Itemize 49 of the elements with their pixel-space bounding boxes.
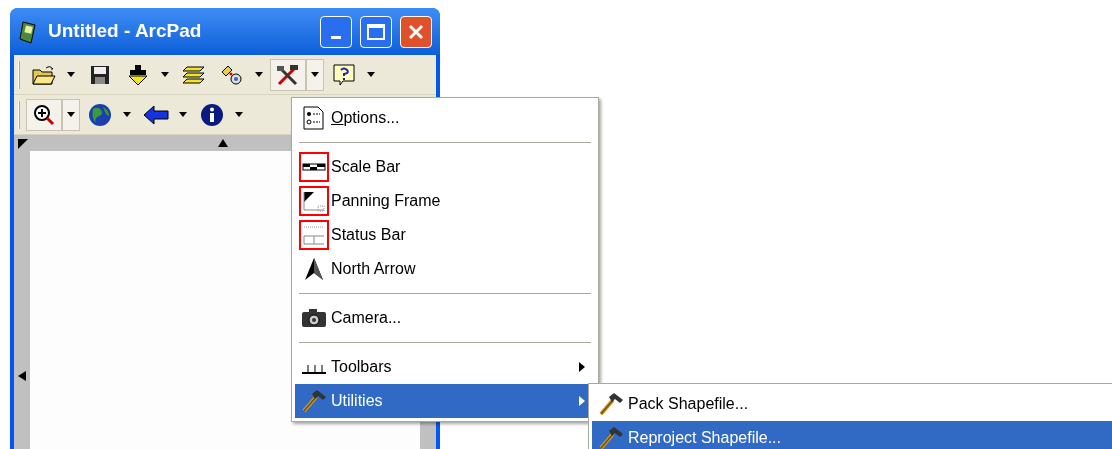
folder-icon[interactable] (32, 64, 56, 85)
layers-icon[interactable] (182, 64, 206, 85)
options-list-icon (303, 106, 325, 130)
info-icon[interactable] (200, 102, 224, 127)
maximize-button[interactable] (360, 15, 392, 48)
menu-item[interactable]: Reproject Shapefile... (592, 421, 1112, 449)
corner-marker-icon (18, 139, 28, 149)
globe-icon[interactable] (88, 102, 112, 127)
hammer-icon (598, 426, 624, 449)
submenu-arrow-icon (579, 396, 585, 406)
dropdown-button[interactable] (62, 98, 80, 131)
dropdown-caret-icon[interactable] (311, 72, 319, 77)
top-marker-icon (218, 139, 228, 147)
satellite-icon[interactable] (220, 63, 244, 86)
menu-item[interactable]: Toolbars (295, 350, 595, 384)
menu-item[interactable]: Pack Shapefile... (592, 387, 1112, 421)
close-icon (408, 23, 424, 40)
hammer-icon (301, 389, 327, 413)
dropdown-caret-icon[interactable] (123, 112, 131, 117)
left-marker-icon (18, 371, 26, 381)
dropdown-caret-icon[interactable] (235, 112, 243, 117)
menu-item[interactable]: Options... (295, 101, 595, 135)
help-icon[interactable] (333, 63, 355, 86)
zoom-in-icon[interactable] (32, 102, 56, 127)
left-arrow-icon[interactable] (143, 104, 169, 125)
dropdown-caret-icon[interactable] (179, 112, 187, 117)
menu-item[interactable]: Scale Bar (295, 150, 595, 184)
close-button[interactable] (400, 15, 432, 48)
toolbar-button[interactable] (26, 98, 62, 131)
menu-item[interactable]: Panning Frame (295, 184, 595, 218)
camera-icon (301, 308, 327, 328)
menu-item[interactable]: Status Bar (295, 218, 595, 252)
dropdown-caret-icon[interactable] (161, 72, 169, 77)
north-arrow-icon (303, 257, 325, 281)
toolbar-button[interactable] (270, 58, 306, 91)
hammer-icon (598, 392, 624, 416)
dropdown-caret-icon[interactable] (367, 72, 375, 77)
window-title: Untitled - ArcPad (48, 19, 203, 44)
status-bar-icon (302, 224, 326, 246)
dropdown-caret-icon[interactable] (67, 112, 75, 117)
tools-icon[interactable] (276, 63, 300, 86)
panning-frame-icon (302, 190, 326, 212)
minimize-button[interactable] (320, 15, 352, 48)
dropdown-caret-icon[interactable] (67, 72, 75, 77)
dropdown-button[interactable] (306, 58, 324, 91)
menu-item[interactable]: North Arrow (295, 252, 595, 286)
menu-item[interactable]: Camera... (295, 301, 595, 335)
submenu-arrow-icon (579, 362, 585, 372)
dropdown-caret-icon[interactable] (255, 72, 263, 77)
